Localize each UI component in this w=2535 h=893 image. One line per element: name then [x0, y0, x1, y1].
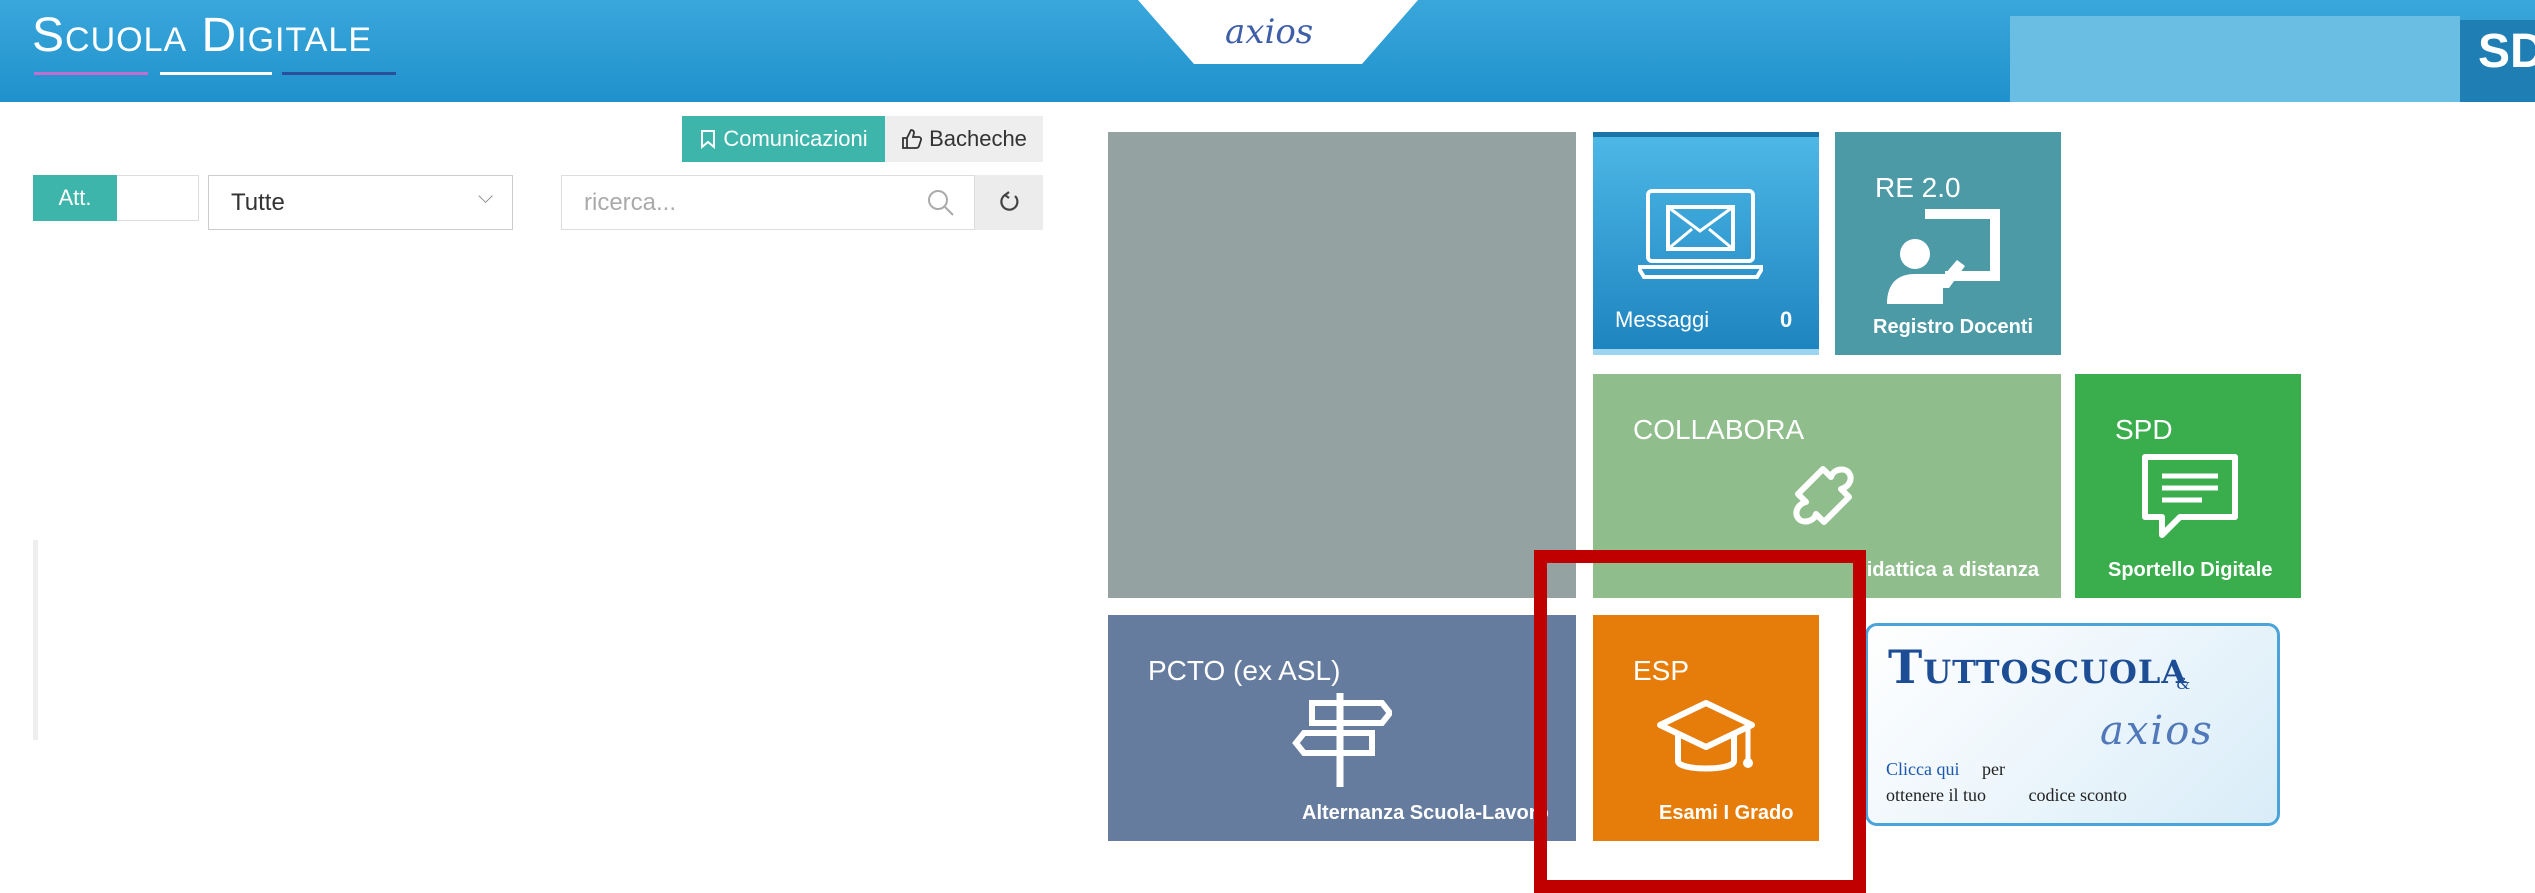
ad-text-codice: codice sconto: [2028, 785, 2127, 805]
tab-comunicazioni-label: Comunicazioni: [723, 126, 868, 151]
logo-underline: [282, 72, 396, 75]
logo-underline: [34, 72, 148, 75]
filter-select-value: Tutte: [231, 188, 285, 216]
tile-registro-docenti[interactable]: RE 2.0 Registro Docenti: [1835, 132, 2061, 355]
tuttoscuola-promo-banner[interactable]: Tuttoscuola & axios Clicca qui per otten…: [1865, 623, 2280, 826]
ad-text-ottenere: ottenere il tuo: [1886, 785, 1986, 805]
scuola-digitale-logo[interactable]: Scuola Digitale: [32, 8, 372, 63]
logo-underline: [160, 72, 272, 75]
tile-messaggi[interactable]: Messaggi 0: [1593, 132, 1819, 355]
tile-pcto-title: PCTO (ex ASL): [1148, 655, 1341, 686]
tile-collabora-title: COLLABORA: [1633, 414, 1805, 445]
thumbs-up-icon: [902, 129, 923, 149]
filter-select[interactable]: Tutte: [208, 175, 513, 230]
search-input[interactable]: ricerca...: [561, 175, 975, 230]
ad-ampersand: &: [2176, 674, 2191, 693]
tile-spd-title: SPD: [2115, 414, 2173, 445]
mail-laptop-icon: [1638, 189, 1763, 279]
ad-text-per: per: [1981, 759, 2005, 779]
highlight-box: [1534, 550, 1866, 893]
puzzle-icon: [1793, 466, 1854, 525]
tab-bacheche-label: Bacheche: [929, 126, 1027, 151]
tuttoscuola-logo: Tuttoscuola: [1888, 640, 2188, 694]
search-icon[interactable]: [926, 188, 956, 218]
tile-sportello-digitale[interactable]: SPD Sportello Digitale: [2075, 374, 2301, 598]
att-toggle-off[interactable]: [117, 175, 199, 221]
tile-messaggi-label: Messaggi: [1615, 307, 1710, 332]
chat-bubble-icon: [2142, 454, 2238, 538]
tab-comunicazioni[interactable]: Comunicazioni: [682, 116, 885, 162]
bookmark-icon: [701, 130, 716, 149]
att-button[interactable]: Att.: [33, 175, 117, 221]
tile-pcto-label: Alternanza Scuola-Lavoro: [1302, 802, 1549, 824]
tile-collabora-label: Didattica a distanza: [1852, 559, 2039, 581]
tile-re-title: RE 2.0: [1875, 172, 1961, 203]
refresh-icon: [1000, 190, 1019, 211]
tile-re-label: Registro Docenti: [1873, 316, 2034, 338]
teacher-board-icon: [1887, 209, 2000, 304]
axios-logo[interactable]: axios: [1225, 12, 1313, 52]
chevron-down-icon: ⌵: [478, 186, 494, 208]
scrollbar-track[interactable]: [33, 540, 38, 740]
ad-text: Clicca qui per ottenere il tuo codice sc…: [1886, 756, 2266, 808]
tile-pcto[interactable]: PCTO (ex ASL) Alternanza Scuola-Lavoro: [1108, 615, 1576, 841]
refresh-button[interactable]: [975, 175, 1043, 230]
messaggi-count: 0: [1780, 307, 1793, 332]
tab-bacheche[interactable]: Bacheche: [885, 116, 1043, 162]
tile-blank-image[interactable]: [1108, 132, 1576, 598]
tile-spd-label: Sportello Digitale: [2108, 559, 2273, 581]
ad-axios-logo: axios: [2100, 708, 2214, 754]
signpost-icon: [1292, 693, 1392, 787]
sd-badge-label: SD: [2478, 25, 2535, 78]
ad-link[interactable]: Clicca qui: [1886, 759, 1959, 779]
header-user-panel: [2010, 16, 2460, 102]
